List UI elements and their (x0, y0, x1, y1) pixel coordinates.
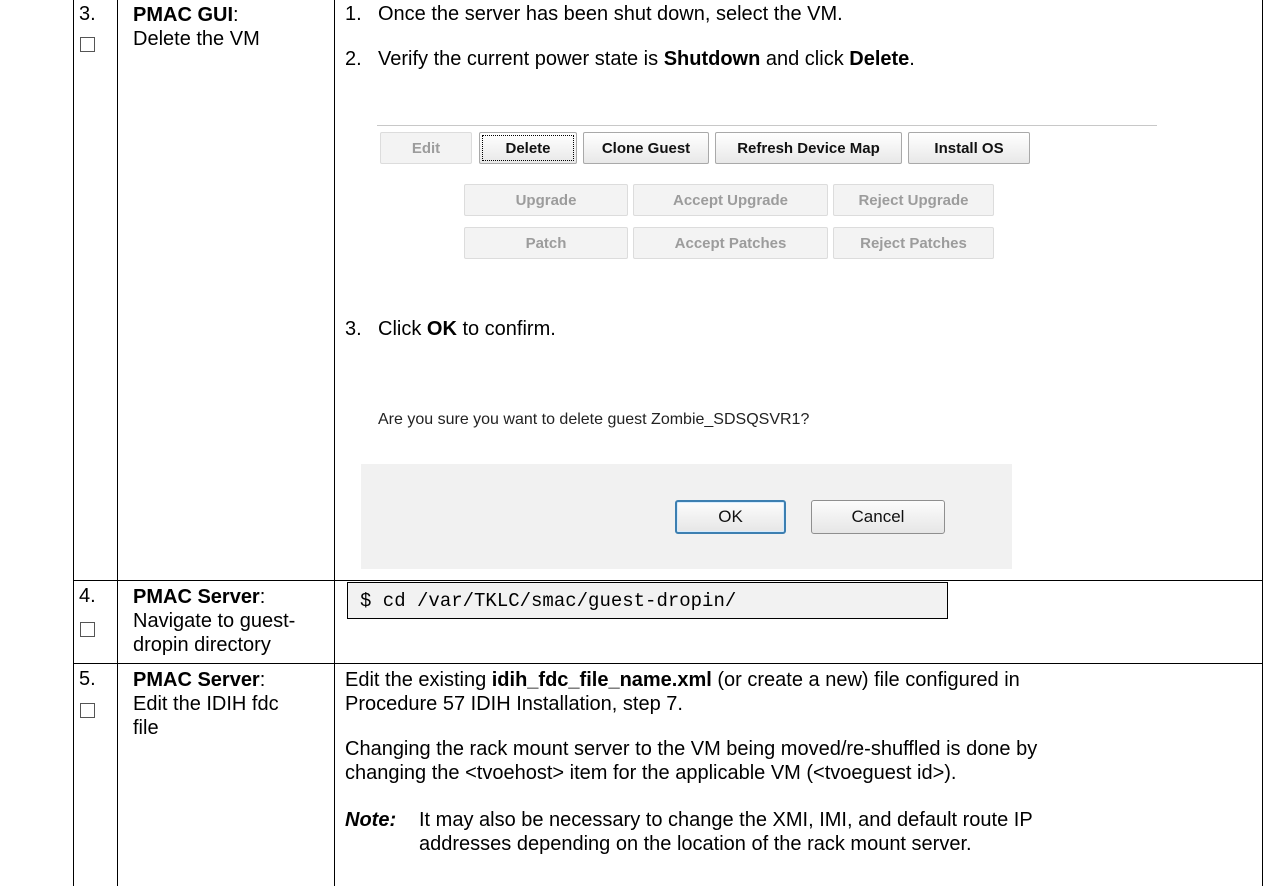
instruction-1: 1. Once the server has been shut down, se… (345, 3, 843, 25)
step-title-desc-2: file (133, 717, 159, 739)
table-border-col2 (334, 0, 335, 886)
accept-patches-button[interactable]: Accept Patches (633, 227, 828, 259)
step-title-bold: PMAC GUI (133, 4, 233, 26)
reject-patches-button[interactable]: Reject Patches (833, 227, 994, 259)
table-border-col1 (117, 0, 118, 886)
table-border-left (73, 0, 74, 886)
step-title-desc: Navigate to guest- (133, 610, 296, 632)
shell-command[interactable]: $ cd /var/TKLC/smac/guest-dropin/ (360, 590, 736, 612)
paragraph-2: Changing the rack mount server to the VM… (345, 738, 1038, 784)
filename: idih_fdc_file_name.xml (491, 669, 712, 691)
accept-upgrade-button[interactable]: Accept Upgrade (633, 184, 828, 216)
toolbar-divider (377, 125, 1157, 126)
step-title-bold: PMAC Server (133, 669, 260, 691)
upgrade-button[interactable]: Upgrade (464, 184, 628, 216)
reject-upgrade-button[interactable]: Reject Upgrade (833, 184, 994, 216)
cancel-button[interactable]: Cancel (811, 500, 945, 534)
step-checkbox[interactable] (80, 703, 95, 718)
install-os-button[interactable]: Install OS (908, 132, 1030, 164)
table-row-divider-4-5 (73, 663, 1263, 664)
step-checkbox[interactable] (80, 37, 95, 52)
guest-action-toolbar: Edit Delete Clone Guest Refresh Device M… (377, 125, 1157, 273)
step-title: PMAC GUI: Delete the VM (133, 4, 260, 50)
ok-button[interactable]: OK (675, 500, 786, 534)
step-title-desc-2: dropin directory (133, 634, 271, 656)
command-box: $ cd /var/TKLC/smac/guest-dropin/ (347, 582, 948, 619)
refresh-device-map-button[interactable]: Refresh Device Map (715, 132, 902, 164)
delete-button[interactable]: Delete (479, 132, 577, 164)
clone-guest-button[interactable]: Clone Guest (583, 132, 709, 164)
instruction-3: 3. Click OK to confirm. (345, 318, 556, 340)
edit-button[interactable]: Edit (380, 132, 472, 164)
note-text: It may also be necessary to change the X… (419, 809, 1033, 855)
step-title-desc: Edit the IDIH fdc (133, 693, 279, 715)
step-title: PMAC Server: Navigate to guest- dropin d… (133, 586, 296, 656)
note-label: Note: (345, 809, 397, 831)
step-number: 4. (79, 585, 96, 607)
step-checkbox[interactable] (80, 622, 95, 637)
step-title: PMAC Server: Edit the IDIH fdc file (133, 669, 279, 739)
step-title-bold: PMAC Server (133, 586, 260, 608)
confirm-dialog-message: Are you sure you want to delete guest Zo… (378, 411, 810, 428)
table-border-right (1262, 0, 1263, 886)
table-row-divider-3-4 (73, 580, 1263, 581)
step-number: 3. (79, 3, 96, 25)
confirm-dialog-button-bar: OK Cancel (361, 464, 1012, 569)
patch-button[interactable]: Patch (464, 227, 628, 259)
step-title-desc: Delete the VM (133, 28, 260, 50)
instruction-2: 2. Verify the current power state is Shut… (345, 48, 915, 70)
paragraph-1: Edit the existing idih_fdc_file_name.xml… (345, 669, 1020, 715)
step-number: 5. (79, 668, 96, 690)
